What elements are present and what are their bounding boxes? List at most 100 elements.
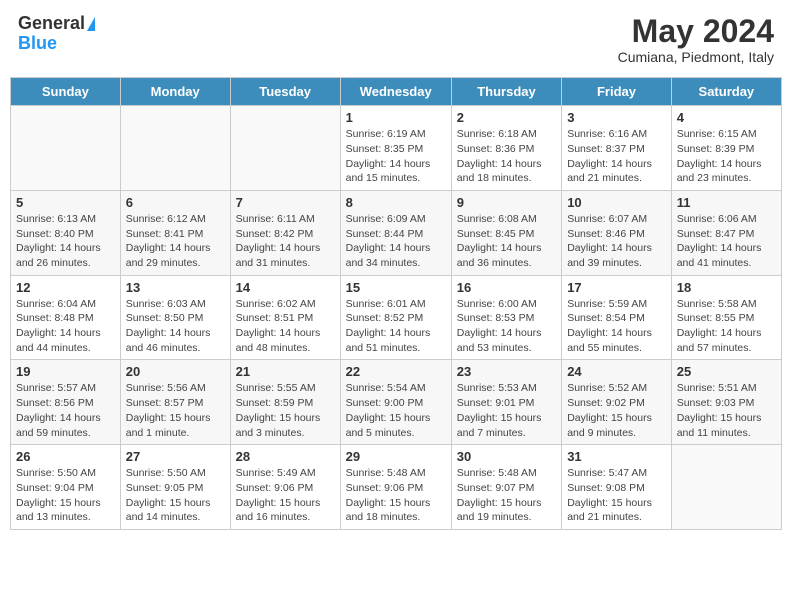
calendar-cell: 17Sunrise: 5:59 AM Sunset: 8:54 PM Dayli… bbox=[562, 275, 672, 360]
day-info: Sunrise: 5:53 AM Sunset: 9:01 PM Dayligh… bbox=[457, 381, 556, 440]
day-number: 9 bbox=[457, 195, 556, 210]
calendar-cell: 30 Sunrise: 5:48 AM Sunset: 9:07 PM Dayli… bbox=[451, 445, 561, 530]
calendar-cell: 27 Sunrise: 5:50 AM Sunset: 9:05 PM Dayli… bbox=[120, 445, 230, 530]
calendar-cell: 31 Sunrise: 5:47 AM Sunset: 9:08 PM Dayli… bbox=[562, 445, 672, 530]
calendar-cell: 25 Sunrise: 5:51 AM Sunset: 9:03 PM Dayli… bbox=[671, 360, 781, 445]
page-header: General Blue May 2024 Cumiana, Piedmont,… bbox=[10, 10, 782, 69]
day-number: 24 bbox=[567, 364, 666, 379]
calendar-cell: 13Sunrise: 6:03 AM Sunset: 8:50 PM Dayli… bbox=[120, 275, 230, 360]
logo-general-text: General bbox=[18, 14, 85, 34]
calendar-cell bbox=[11, 106, 121, 191]
day-info: Sunrise: 5:55 AM Sunset: 8:59 PM Dayligh… bbox=[236, 381, 335, 440]
calendar-week-row: 1 Sunrise: 6:19 AM Sunset: 8:35 PM Daylig… bbox=[11, 106, 782, 191]
day-number: 7 bbox=[236, 195, 335, 210]
calendar-cell: 22 Sunrise: 5:54 AM Sunset: 9:00 PM Dayli… bbox=[340, 360, 451, 445]
calendar-week-row: 19 Sunrise: 5:57 AM Sunset: 8:56 PM Dayli… bbox=[11, 360, 782, 445]
day-number: 11 bbox=[677, 195, 776, 210]
day-info: Sunrise: 5:48 AM Sunset: 9:06 PM Dayligh… bbox=[346, 466, 446, 525]
calendar-week-row: 5 Sunrise: 6:13 AM Sunset: 8:40 PM Daylig… bbox=[11, 190, 782, 275]
day-info: Sunrise: 6:04 AM Sunset: 8:48 PM Dayligh… bbox=[16, 297, 115, 356]
day-info: Sunrise: 5:50 AM Sunset: 9:05 PM Dayligh… bbox=[126, 466, 225, 525]
day-number: 3 bbox=[567, 110, 666, 125]
day-info: Sunrise: 6:19 AM Sunset: 8:35 PM Dayligh… bbox=[346, 127, 446, 186]
day-info: Sunrise: 6:13 AM Sunset: 8:40 PM Dayligh… bbox=[16, 212, 115, 271]
calendar-cell: 3 Sunrise: 6:16 AM Sunset: 8:37 PM Daylig… bbox=[562, 106, 672, 191]
day-info: Sunrise: 6:07 AM Sunset: 8:46 PM Dayligh… bbox=[567, 212, 666, 271]
calendar-cell: 29 Sunrise: 5:48 AM Sunset: 9:06 PM Dayli… bbox=[340, 445, 451, 530]
calendar-cell: 19 Sunrise: 5:57 AM Sunset: 8:56 PM Dayli… bbox=[11, 360, 121, 445]
day-number: 23 bbox=[457, 364, 556, 379]
calendar-cell: 9 Sunrise: 6:08 AM Sunset: 8:45 PM Daylig… bbox=[451, 190, 561, 275]
day-info: Sunrise: 5:48 AM Sunset: 9:07 PM Dayligh… bbox=[457, 466, 556, 525]
title-block: May 2024 Cumiana, Piedmont, Italy bbox=[618, 14, 774, 65]
day-info: Sunrise: 5:51 AM Sunset: 9:03 PM Dayligh… bbox=[677, 381, 776, 440]
day-info: Sunrise: 6:15 AM Sunset: 8:39 PM Dayligh… bbox=[677, 127, 776, 186]
logo: General Blue bbox=[18, 14, 95, 54]
day-info: Sunrise: 6:01 AM Sunset: 8:52 PM Dayligh… bbox=[346, 297, 446, 356]
day-number: 19 bbox=[16, 364, 115, 379]
day-number: 8 bbox=[346, 195, 446, 210]
calendar-cell: 5 Sunrise: 6:13 AM Sunset: 8:40 PM Daylig… bbox=[11, 190, 121, 275]
day-info: Sunrise: 5:57 AM Sunset: 8:56 PM Dayligh… bbox=[16, 381, 115, 440]
day-number: 26 bbox=[16, 449, 115, 464]
day-info: Sunrise: 6:09 AM Sunset: 8:44 PM Dayligh… bbox=[346, 212, 446, 271]
day-number: 31 bbox=[567, 449, 666, 464]
day-number: 10 bbox=[567, 195, 666, 210]
day-info: Sunrise: 6:12 AM Sunset: 8:41 PM Dayligh… bbox=[126, 212, 225, 271]
day-number: 16 bbox=[457, 280, 556, 295]
calendar-header-row: SundayMondayTuesdayWednesdayThursdayFrid… bbox=[11, 78, 782, 106]
day-number: 20 bbox=[126, 364, 225, 379]
calendar-cell bbox=[671, 445, 781, 530]
calendar-cell: 12 Sunrise: 6:04 AM Sunset: 8:48 PM Dayli… bbox=[11, 275, 121, 360]
calendar-cell: 8 Sunrise: 6:09 AM Sunset: 8:44 PM Daylig… bbox=[340, 190, 451, 275]
day-info: Sunrise: 6:03 AM Sunset: 8:50 PM Dayligh… bbox=[126, 297, 225, 356]
day-number: 27 bbox=[126, 449, 225, 464]
calendar-cell: 21 Sunrise: 5:55 AM Sunset: 8:59 PM Dayli… bbox=[230, 360, 340, 445]
day-number: 29 bbox=[346, 449, 446, 464]
day-info: Sunrise: 5:54 AM Sunset: 9:00 PM Dayligh… bbox=[346, 381, 446, 440]
day-info: Sunrise: 5:56 AM Sunset: 8:57 PM Dayligh… bbox=[126, 381, 225, 440]
calendar-cell: 18Sunrise: 5:58 AM Sunset: 8:55 PM Dayli… bbox=[671, 275, 781, 360]
calendar-cell: 20 Sunrise: 5:56 AM Sunset: 8:57 PM Dayli… bbox=[120, 360, 230, 445]
calendar-cell: 11 Sunrise: 6:06 AM Sunset: 8:47 PM Dayli… bbox=[671, 190, 781, 275]
day-info: Sunrise: 6:00 AM Sunset: 8:53 PM Dayligh… bbox=[457, 297, 556, 356]
calendar-cell: 6 Sunrise: 6:12 AM Sunset: 8:41 PM Daylig… bbox=[120, 190, 230, 275]
day-number: 18 bbox=[677, 280, 776, 295]
day-number: 22 bbox=[346, 364, 446, 379]
day-info: Sunrise: 6:06 AM Sunset: 8:47 PM Dayligh… bbox=[677, 212, 776, 271]
calendar-cell bbox=[230, 106, 340, 191]
column-header-tuesday: Tuesday bbox=[230, 78, 340, 106]
day-number: 15 bbox=[346, 280, 446, 295]
day-number: 28 bbox=[236, 449, 335, 464]
column-header-monday: Monday bbox=[120, 78, 230, 106]
day-number: 5 bbox=[16, 195, 115, 210]
calendar-cell: 4Sunrise: 6:15 AM Sunset: 8:39 PM Daylig… bbox=[671, 106, 781, 191]
calendar-cell bbox=[120, 106, 230, 191]
day-number: 21 bbox=[236, 364, 335, 379]
month-title: May 2024 bbox=[618, 14, 774, 49]
calendar-table: SundayMondayTuesdayWednesdayThursdayFrid… bbox=[10, 77, 782, 530]
day-info: Sunrise: 6:08 AM Sunset: 8:45 PM Dayligh… bbox=[457, 212, 556, 271]
day-number: 12 bbox=[16, 280, 115, 295]
day-number: 25 bbox=[677, 364, 776, 379]
day-info: Sunrise: 5:50 AM Sunset: 9:04 PM Dayligh… bbox=[16, 466, 115, 525]
day-info: Sunrise: 6:16 AM Sunset: 8:37 PM Dayligh… bbox=[567, 127, 666, 186]
calendar-cell: 14Sunrise: 6:02 AM Sunset: 8:51 PM Dayli… bbox=[230, 275, 340, 360]
calendar-cell: 1 Sunrise: 6:19 AM Sunset: 8:35 PM Daylig… bbox=[340, 106, 451, 191]
calendar-cell: 28Sunrise: 5:49 AM Sunset: 9:06 PM Dayli… bbox=[230, 445, 340, 530]
day-info: Sunrise: 5:47 AM Sunset: 9:08 PM Dayligh… bbox=[567, 466, 666, 525]
column-header-thursday: Thursday bbox=[451, 78, 561, 106]
calendar-cell: 16 Sunrise: 6:00 AM Sunset: 8:53 PM Dayli… bbox=[451, 275, 561, 360]
calendar-week-row: 26 Sunrise: 5:50 AM Sunset: 9:04 PM Dayli… bbox=[11, 445, 782, 530]
day-number: 2 bbox=[457, 110, 556, 125]
calendar-cell: 24Sunrise: 5:52 AM Sunset: 9:02 PM Dayli… bbox=[562, 360, 672, 445]
column-header-friday: Friday bbox=[562, 78, 672, 106]
day-number: 14 bbox=[236, 280, 335, 295]
day-number: 30 bbox=[457, 449, 556, 464]
day-number: 1 bbox=[346, 110, 446, 125]
day-info: Sunrise: 6:11 AM Sunset: 8:42 PM Dayligh… bbox=[236, 212, 335, 271]
logo-icon bbox=[87, 17, 95, 31]
day-number: 6 bbox=[126, 195, 225, 210]
calendar-cell: 23 Sunrise: 5:53 AM Sunset: 9:01 PM Dayli… bbox=[451, 360, 561, 445]
calendar-cell: 26 Sunrise: 5:50 AM Sunset: 9:04 PM Dayli… bbox=[11, 445, 121, 530]
